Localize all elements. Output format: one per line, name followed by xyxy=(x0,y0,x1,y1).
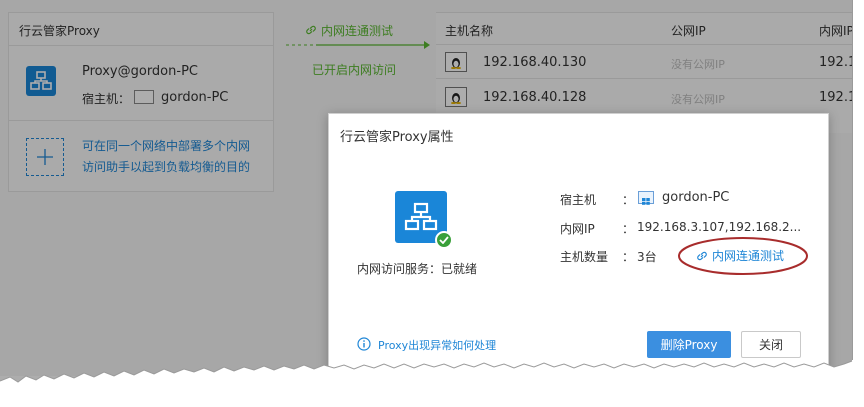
info-icon xyxy=(357,337,371,351)
delete-proxy-button[interactable]: 删除Proxy xyxy=(647,331,731,358)
dialog-title: 行云管家Proxy属性 xyxy=(340,130,454,145)
check-icon xyxy=(435,231,453,249)
field-value-host-count: 3台 xyxy=(637,250,657,264)
windows-icon xyxy=(638,191,654,205)
field-colon: ： xyxy=(622,193,635,207)
field-label-host: 宿主机 xyxy=(560,193,597,207)
proxy-properties-dialog: 行云管家Proxy属性 内网访问服务：已就绪 宿主机 ： gordon-PC 内… xyxy=(328,113,829,377)
network-test-link[interactable]: 内网连通测试 xyxy=(712,247,784,264)
service-status: 内网访问服务：已就绪 xyxy=(357,262,478,276)
field-value-private-ip: 192.168.3.107,192.168.2... xyxy=(637,220,802,234)
field-label-host-count: 主机数量 xyxy=(560,250,609,264)
link-icon xyxy=(697,251,707,261)
help-link[interactable]: Proxy出现异常如何处理 xyxy=(378,337,496,353)
screen: 行云管家Proxy Proxy@gordon-PC 宿主机： gordon-PC… xyxy=(0,0,864,407)
field-colon: ： xyxy=(622,250,635,264)
close-button[interactable]: 关闭 xyxy=(741,331,801,358)
torn-edge xyxy=(0,355,864,407)
field-label-private-ip: 内网IP xyxy=(560,222,595,236)
field-colon: ： xyxy=(622,222,635,236)
field-value-host: gordon-PC xyxy=(662,190,730,205)
right-edge xyxy=(852,0,864,360)
